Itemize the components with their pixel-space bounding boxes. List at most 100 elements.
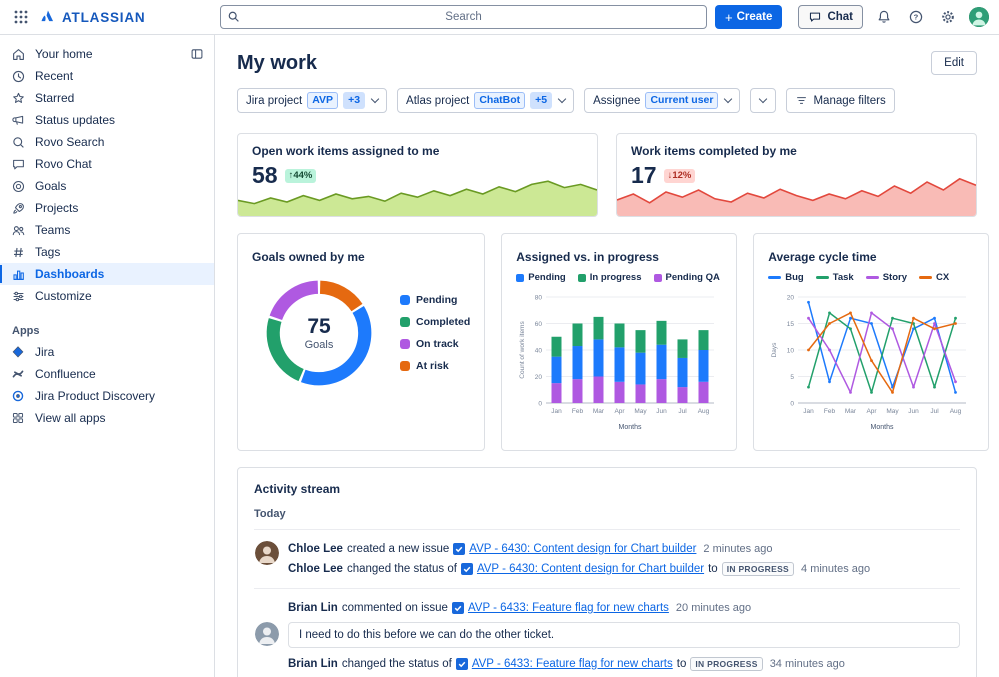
atlassian-mark-icon bbox=[41, 10, 54, 21]
chat-button[interactable]: Chat bbox=[798, 5, 863, 29]
activity-stream-card: Activity stream Today Chloe Lee created … bbox=[237, 467, 977, 677]
issue-link[interactable]: AVP - 6433: Feature flag for new charts bbox=[472, 658, 673, 670]
svg-text:Jul: Jul bbox=[679, 408, 688, 415]
legend-item: Bug bbox=[768, 272, 804, 283]
goals-total-label: Goals bbox=[304, 339, 334, 351]
average-cycle-time-card: Average cycle time Bug Task Story CX 0 5… bbox=[753, 233, 990, 451]
status-lozenge: IN PROGRESS bbox=[690, 657, 763, 671]
avatar[interactable] bbox=[255, 622, 279, 646]
sidebar-item-rovo-chat[interactable]: Rovo Chat bbox=[0, 153, 214, 175]
legend-line-marker bbox=[865, 276, 879, 279]
collapse-sidebar-icon[interactable] bbox=[190, 47, 204, 61]
sidebar-item-status-updates[interactable]: Status updates bbox=[0, 109, 214, 131]
line-chart-svg: 0 5 10 15 20 Jan Feb Mar Apr May Jun Jul Aug Days Mont… bbox=[771, 294, 967, 431]
svg-text:10: 10 bbox=[787, 347, 795, 354]
bell-icon bbox=[878, 10, 890, 23]
legend-swatch bbox=[400, 295, 410, 305]
sidebar-item-label: Customize bbox=[35, 289, 92, 303]
avatar-column bbox=[254, 620, 280, 652]
action-text: commented on issue bbox=[341, 602, 448, 614]
svg-text:Jul: Jul bbox=[931, 408, 940, 415]
svg-text:Feb: Feb bbox=[824, 408, 836, 415]
app-switcher-button[interactable] bbox=[10, 6, 32, 28]
more-filters-dropdown[interactable] bbox=[750, 88, 777, 113]
svg-text:Count of work items: Count of work items bbox=[519, 321, 526, 379]
svg-text:Jun: Jun bbox=[657, 408, 668, 415]
sidebar-item-tags[interactable]: Tags bbox=[0, 241, 214, 263]
goals-legend: Pending Completed On track At risk bbox=[400, 294, 470, 372]
avatar-column bbox=[254, 654, 280, 674]
target-icon bbox=[10, 178, 26, 194]
clock-icon bbox=[10, 68, 26, 84]
sidebar-item-confluence[interactable]: Confluence bbox=[0, 363, 214, 385]
legend-item: Pending QA bbox=[653, 272, 720, 283]
activity-stream-title: Activity stream bbox=[254, 482, 341, 496]
timestamp: 4 minutes ago bbox=[801, 563, 871, 575]
sidebar-item-projects[interactable]: Projects bbox=[0, 197, 214, 219]
sidebar-item-view-all-apps[interactable]: View all apps bbox=[0, 407, 214, 429]
activity-item: Brian Lin commented on issue AVP - 6433:… bbox=[288, 598, 960, 618]
sidebar-item-label: View all apps bbox=[35, 411, 106, 425]
atlas-project-filter[interactable]: Atlas project ChatBot +5 bbox=[397, 88, 575, 113]
create-button[interactable]: + Create bbox=[715, 5, 783, 29]
svg-text:Jan: Jan bbox=[804, 408, 815, 415]
card-title: Assigned vs. in progress bbox=[516, 250, 659, 264]
user-avatar-image bbox=[969, 7, 989, 27]
user-avatar[interactable] bbox=[969, 7, 989, 27]
activity-lines: Brian Lin commented on issue AVP - 6433:… bbox=[288, 598, 960, 618]
legend-item: Pending bbox=[400, 294, 470, 306]
notifications-button[interactable] bbox=[873, 6, 895, 28]
filter-label: Atlas project bbox=[406, 94, 470, 107]
divider bbox=[254, 529, 960, 530]
help-button[interactable]: ? bbox=[905, 6, 927, 28]
goals-total: 75 bbox=[307, 315, 331, 338]
legend-item: Story bbox=[865, 272, 907, 283]
timestamp: 34 minutes ago bbox=[769, 658, 845, 670]
avatar[interactable] bbox=[255, 541, 279, 565]
manage-filters-button[interactable]: Manage filters bbox=[786, 88, 895, 113]
issue-link[interactable]: AVP - 6430: Content design for Chart bui… bbox=[477, 563, 704, 575]
legend-label: Task bbox=[832, 272, 854, 283]
chat-bubble-icon bbox=[810, 12, 821, 22]
svg-text:15: 15 bbox=[787, 321, 795, 328]
main-content: My work Edit Jira project AVP +3 Atlas p… bbox=[215, 35, 999, 677]
svg-text:May: May bbox=[887, 408, 900, 415]
atlassian-logo[interactable]: ATLASSIAN bbox=[38, 8, 145, 27]
activity-comment-row: I need to do this before we can do the o… bbox=[254, 620, 960, 652]
sidebar: Your home Recent Starred Status updates bbox=[0, 35, 215, 677]
sidebar-item-jira[interactable]: Jira bbox=[0, 341, 214, 363]
card-title: Goals owned by me bbox=[252, 250, 365, 264]
sidebar-item-starred[interactable]: Starred bbox=[0, 87, 214, 109]
svg-text:0: 0 bbox=[539, 400, 543, 407]
line-chart-legend: Bug Task Story CX bbox=[768, 272, 974, 283]
sidebar-item-rovo-search[interactable]: Rovo Search bbox=[0, 131, 214, 153]
settings-button[interactable] bbox=[937, 6, 959, 28]
charts-row: Goals owned by me 75 Goals Pending Compl… bbox=[237, 233, 990, 451]
filter-more-tag: +3 bbox=[343, 92, 366, 109]
sidebar-item-customize[interactable]: Customize bbox=[0, 285, 214, 307]
jira-product-discovery-logo-icon bbox=[10, 388, 26, 404]
app-grid-icon bbox=[14, 10, 28, 24]
activity-lines: Chloe Lee created a new issue AVP - 6430… bbox=[288, 539, 960, 579]
sidebar-item-teams[interactable]: Teams bbox=[0, 219, 214, 241]
sidebar-item-recent[interactable]: Recent bbox=[0, 65, 214, 87]
task-type-icon bbox=[455, 658, 468, 670]
sidebar-item-label: Goals bbox=[35, 179, 67, 193]
sidebar-item-label: Your home bbox=[35, 47, 93, 61]
issue-link[interactable]: AVP - 6430: Content design for Chart bui… bbox=[469, 543, 696, 555]
search-input[interactable] bbox=[220, 5, 707, 29]
legend-label: Pending bbox=[528, 272, 566, 283]
sidebar-item-your-home[interactable]: Your home bbox=[0, 43, 214, 65]
legend-line-marker bbox=[918, 276, 932, 279]
apps-grid-icon bbox=[10, 410, 26, 426]
activity-lines: Brian Lin changed the status of AVP - 64… bbox=[288, 654, 960, 674]
jira-project-filter[interactable]: Jira project AVP +3 bbox=[237, 88, 388, 113]
sidebar-item-goals[interactable]: Goals bbox=[0, 175, 214, 197]
sidebar-item-label: Starred bbox=[35, 91, 75, 105]
svg-text:Aug: Aug bbox=[698, 408, 710, 415]
issue-link[interactable]: AVP - 6433: Feature flag for new charts bbox=[468, 602, 669, 614]
edit-button[interactable]: Edit bbox=[931, 51, 977, 75]
sidebar-item-dashboards[interactable]: Dashboards bbox=[0, 263, 214, 285]
assignee-filter[interactable]: Assignee Current user bbox=[584, 88, 741, 113]
sidebar-item-jira-product-discovery[interactable]: Jira Product Discovery bbox=[0, 385, 214, 407]
